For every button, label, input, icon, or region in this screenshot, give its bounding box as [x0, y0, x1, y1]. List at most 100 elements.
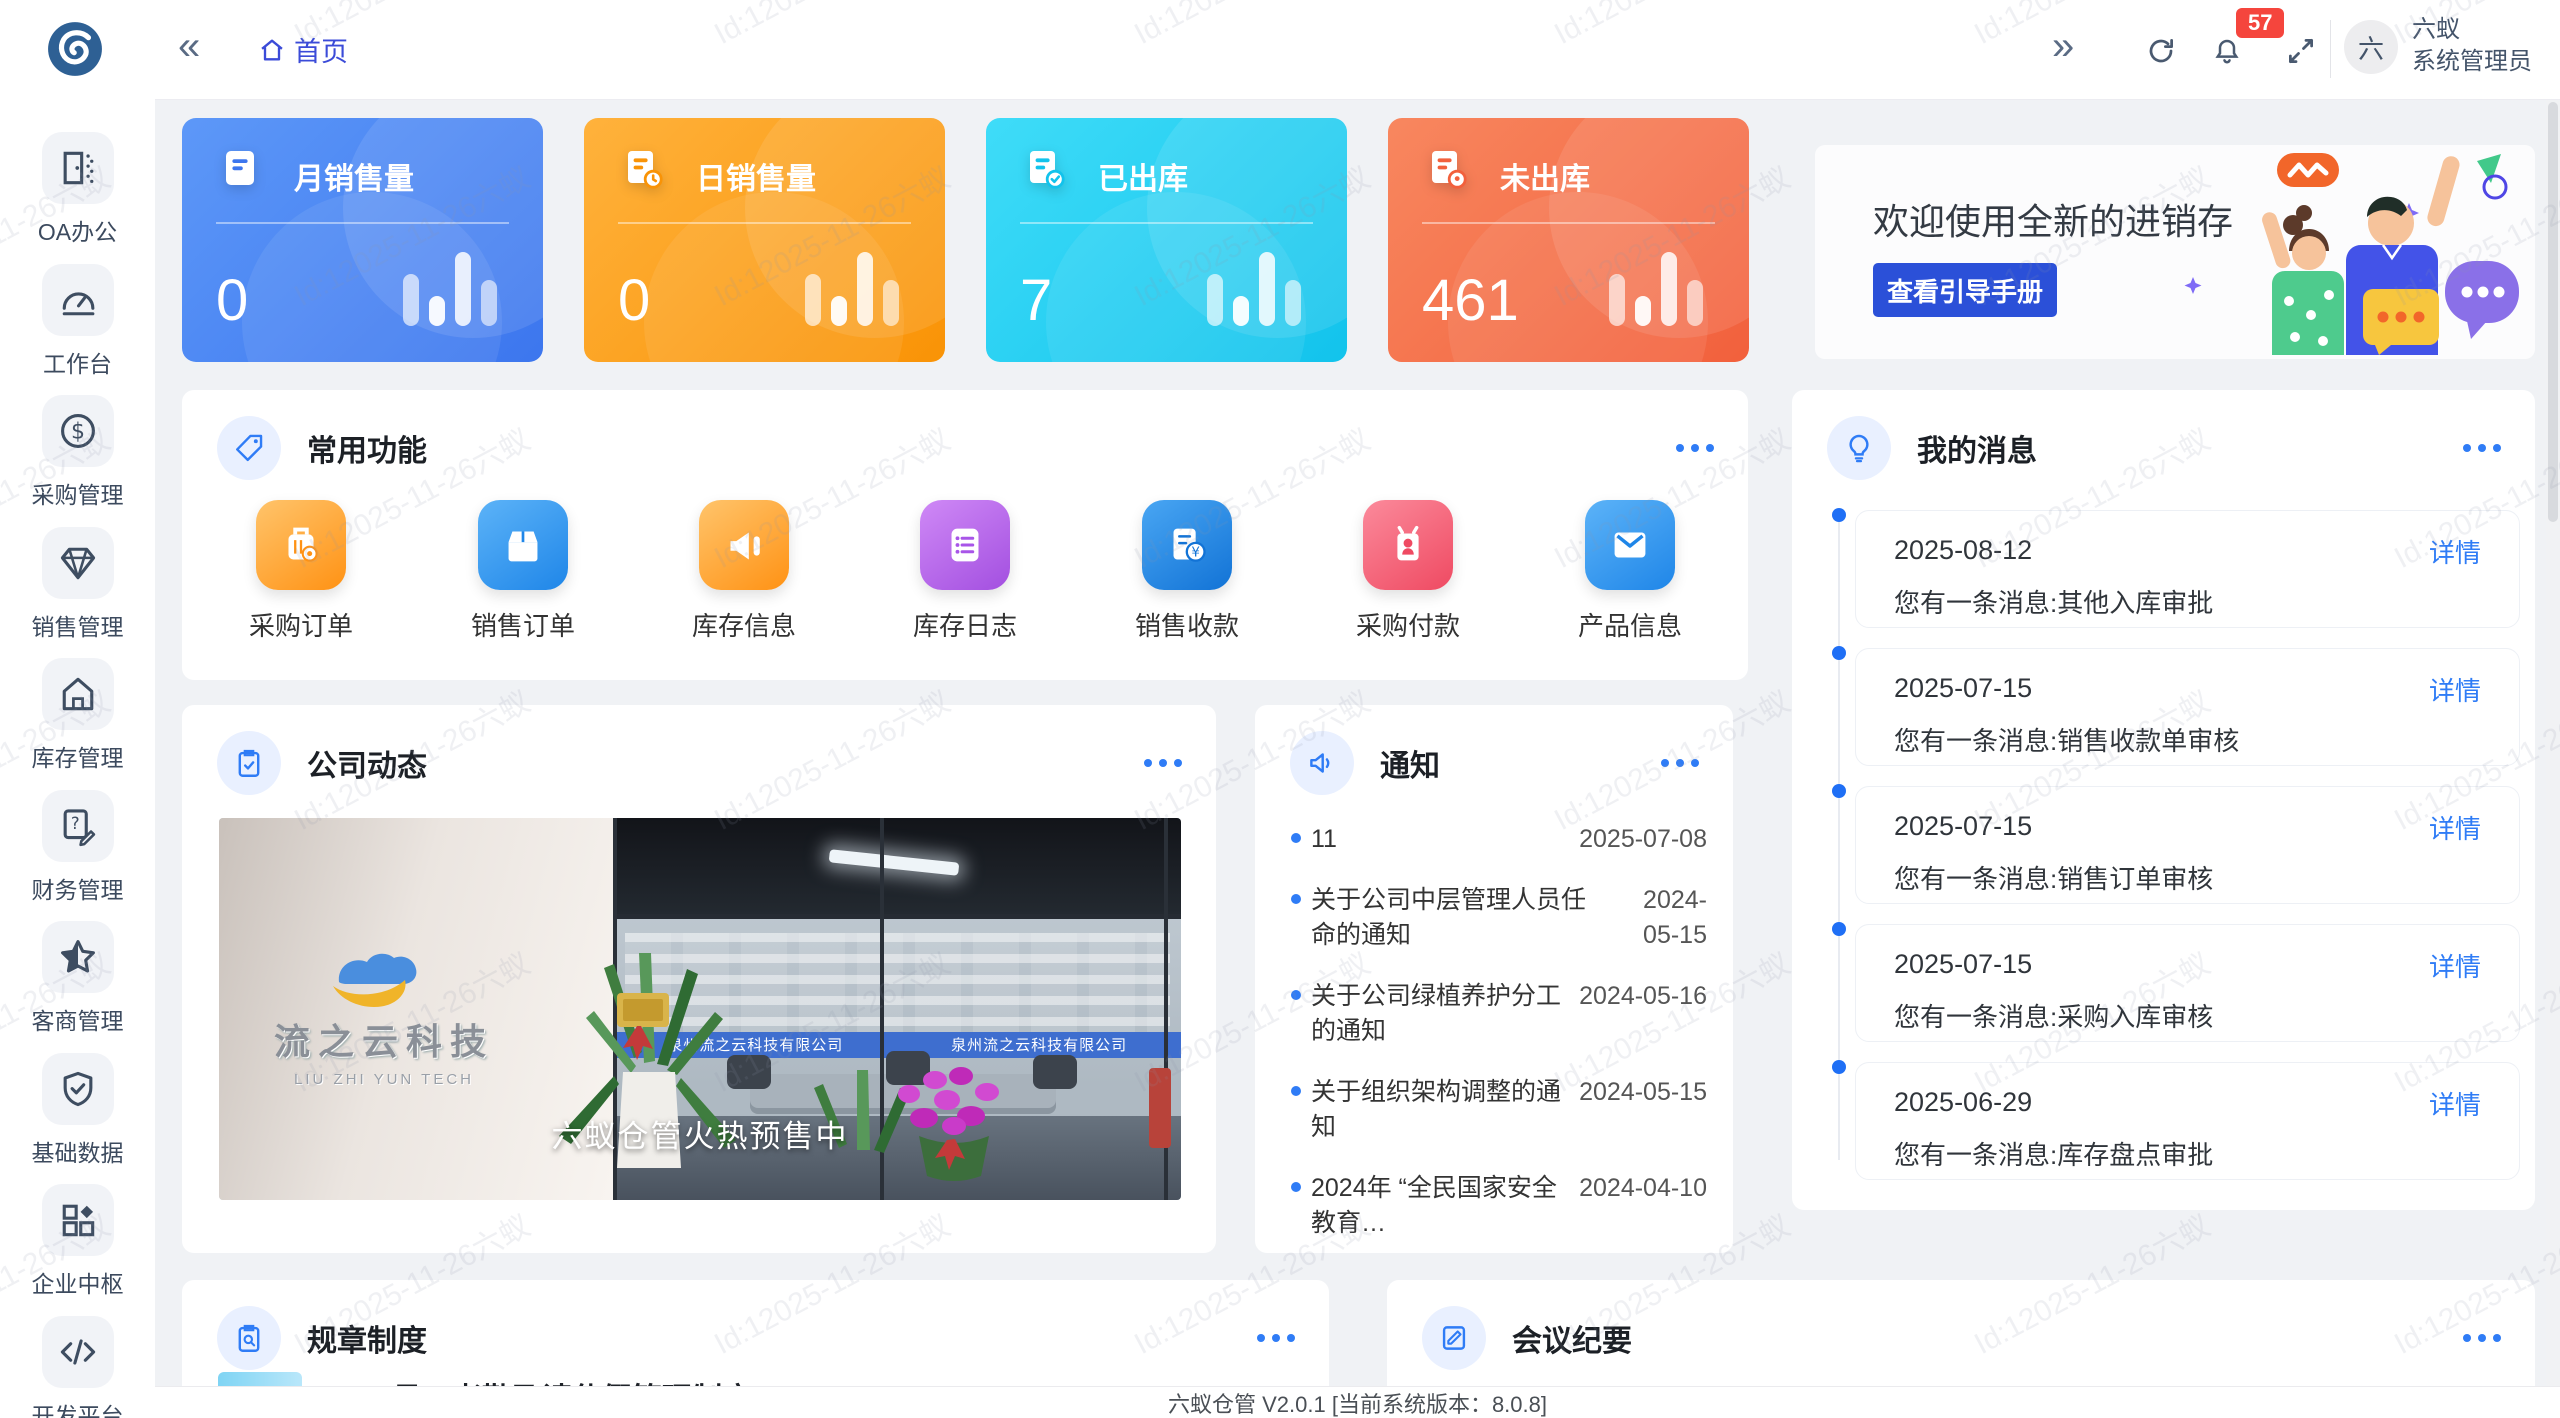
footer-text: 六蚁仓管 V2.0.1 [当前系统版本：8.0.8]: [1168, 1387, 1547, 1418]
sidebar-item-partners[interactable]: 客商管理: [0, 921, 155, 1036]
more-menu-icon[interactable]: [2459, 434, 2505, 462]
message-date: 2025-07-15: [1894, 811, 2032, 842]
timeline-dot: [1832, 1060, 1846, 1074]
detail-link[interactable]: 详情: [2429, 809, 2481, 846]
sidebar-item-finance[interactable]: ? 财务管理: [0, 790, 155, 905]
purchase-payment-icon: [1382, 519, 1434, 571]
message-item: 2025-07-15 详情 您有一条消息:销售订单审核: [1855, 786, 2520, 904]
bar-chart-icon: [1609, 252, 1703, 326]
quick-func-purchase-payment[interactable]: 采购付款: [1318, 500, 1498, 643]
quick-func-sales-receipt[interactable]: ¥ 销售收款: [1097, 500, 1277, 643]
bulb-icon: [1827, 416, 1891, 480]
product-info-icon: [1604, 519, 1656, 571]
message-text: 您有一条消息:销售收款单审核: [1894, 721, 2239, 758]
sidebar-collapse-icon[interactable]: «: [178, 24, 200, 69]
stat-value: 0: [216, 267, 248, 334]
welcome-banner: 欢迎使用全新的进销存 查看引导手册: [1815, 145, 2535, 359]
notice-date: 2024-04-10: [1579, 1171, 1707, 1206]
user-avatar[interactable]: 六: [2344, 20, 2398, 74]
photo-caption: 六蚁仓管火热预售中: [219, 1111, 1181, 1156]
bar-chart-icon: [1207, 252, 1301, 326]
dollar-circle-icon: $: [56, 409, 100, 453]
sidebar-item-enterprise-hub[interactable]: 企业中枢: [0, 1184, 155, 1299]
notification-badge[interactable]: 57: [2236, 8, 2284, 38]
top-bar: « 首页 » 57 六 六蚁 系统管理员: [0, 0, 2560, 100]
sidebar-label: 企业中枢: [0, 1265, 155, 1299]
more-menu-icon[interactable]: [1253, 1324, 1299, 1352]
doc-pin-icon: [1422, 144, 1470, 192]
section-title: 常用功能: [307, 426, 427, 470]
notice-item[interactable]: 关于组织架构调整的通知 2024-05-15: [1291, 1062, 1707, 1158]
more-menu-icon[interactable]: [2459, 1324, 2505, 1352]
message-text: 您有一条消息:库存盘点审批: [1894, 1135, 2213, 1172]
tabs-expand-icon[interactable]: »: [2052, 24, 2074, 69]
sidebar-label: 工作台: [0, 345, 155, 379]
quick-func-inventory-info[interactable]: 库存信息: [654, 500, 834, 643]
more-menu-icon[interactable]: [1657, 749, 1703, 777]
guide-manual-button[interactable]: 查看引导手册: [1873, 263, 2057, 317]
scrollbar-thumb[interactable]: [2548, 102, 2558, 522]
quick-func-product-info[interactable]: 产品信息: [1540, 500, 1720, 643]
sidebar-item-basedata[interactable]: 基础数据: [0, 1053, 155, 1168]
message-date: 2025-07-15: [1894, 949, 2032, 980]
quick-func-label: 采购订单: [211, 606, 391, 643]
fullscreen-icon[interactable]: [2286, 36, 2316, 66]
sidebar-item-sales[interactable]: 销售管理: [0, 527, 155, 642]
quick-func-purchase-order[interactable]: 采购订单: [211, 500, 391, 643]
app-logo[interactable]: [46, 20, 104, 78]
notice-title: 关于公司绿植养护分工的通知: [1311, 979, 1579, 1049]
bullet-icon: [1291, 1086, 1301, 1096]
company-photo[interactable]: 泉州流之云科技有限公司 泉州流之云科技有限公司 流之云科技: [219, 818, 1181, 1200]
tab-home-label: 首页: [294, 30, 348, 69]
more-menu-icon[interactable]: [1140, 749, 1186, 777]
more-menu-icon[interactable]: [1672, 434, 1718, 462]
detail-link[interactable]: 详情: [2429, 947, 2481, 984]
user-menu[interactable]: 六蚁 系统管理员: [2412, 14, 2532, 78]
quick-func-sales-order[interactable]: 销售订单: [433, 500, 613, 643]
sidebar-item-workbench[interactable]: 工作台: [0, 264, 155, 379]
timeline-dot: [1832, 646, 1846, 660]
notice-title: 关于公司中层管理人员任命的通知: [1311, 883, 1607, 953]
sidebar-item-oa[interactable]: OA办公: [0, 132, 155, 247]
welcome-illustration: [2177, 151, 2521, 355]
page-scrollbar[interactable]: [2546, 100, 2560, 1386]
timeline-dot: [1832, 508, 1846, 522]
sidebar-item-dev-platform[interactable]: 开发平台: [0, 1316, 155, 1418]
notice-title: 2024年 “全民国家安全教育…: [1311, 1171, 1579, 1241]
gem-icon: [56, 541, 100, 585]
sidebar: OA办公 工作台 $ 采购管理 销售管理: [0, 0, 155, 1418]
section-title: 公司动态: [307, 741, 427, 785]
notice-item[interactable]: 2024年 “全民国家安全教育… 2024-04-10: [1291, 1158, 1707, 1253]
bar-chart-icon: [805, 252, 899, 326]
notices-panel: 通知 11 2025-07-08 关于公司中层管理人员任命的通知 2024-05…: [1255, 705, 1733, 1253]
stat-title: 未出库: [1500, 154, 1590, 198]
refresh-icon[interactable]: [2146, 36, 2176, 66]
sidebar-item-purchase[interactable]: $ 采购管理: [0, 395, 155, 510]
sidebar-label: 销售管理: [0, 608, 155, 642]
divider: [1020, 222, 1313, 224]
svg-text:¥: ¥: [1191, 545, 1200, 561]
notice-item[interactable]: 关于公司中层管理人员任命的通知 2024-05-15: [1291, 870, 1707, 966]
divider: [216, 222, 509, 224]
detail-link[interactable]: 详情: [2429, 671, 2481, 708]
section-title: 通知: [1380, 741, 1440, 785]
bullet-icon: [1291, 1182, 1301, 1192]
sidebar-item-inventory[interactable]: 库存管理: [0, 658, 155, 773]
notification-bell-icon[interactable]: [2212, 36, 2242, 66]
quick-func-inventory-log[interactable]: 库存日志: [875, 500, 1055, 643]
detail-link[interactable]: 详情: [2429, 1085, 2481, 1122]
bullet-icon: [1291, 990, 1301, 1000]
message-text: 您有一条消息:其他入库审批: [1894, 583, 2213, 620]
sidebar-label: 财务管理: [0, 871, 155, 905]
message-timeline: 2025-08-12 详情 您有一条消息:其他入库审批 2025-07-15 详…: [1792, 498, 2535, 1190]
warehouse-icon: [56, 672, 100, 716]
tab-home[interactable]: 首页: [258, 30, 348, 69]
finance-doc-icon: ?: [56, 804, 100, 848]
notice-item[interactable]: 11 2025-07-08: [1291, 809, 1707, 870]
notice-item[interactable]: 关于公司绿植养护分工的通知 2024-05-16: [1291, 966, 1707, 1062]
my-messages-panel: 我的消息 2025-08-12 详情 您有一条消息:其他入库审批 2025-07…: [1792, 390, 2535, 1210]
detail-link[interactable]: 详情: [2429, 533, 2481, 570]
notice-list: 11 2025-07-08 关于公司中层管理人员任命的通知 2024-05-15…: [1291, 809, 1707, 1253]
message-item: 2025-07-15 详情 您有一条消息:采购入库审核: [1855, 924, 2520, 1042]
section-title: 我的消息: [1917, 426, 2037, 470]
